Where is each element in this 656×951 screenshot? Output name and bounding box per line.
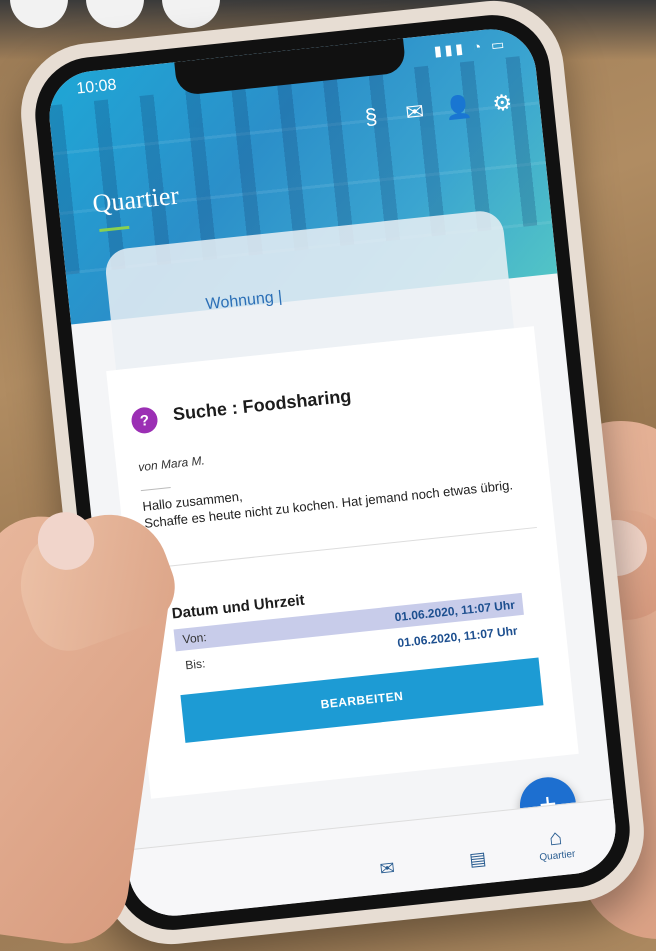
post-author: von Mara M. xyxy=(137,453,206,475)
divider xyxy=(148,526,537,569)
inbox-icon[interactable]: ✉ xyxy=(401,98,430,127)
location-label: Wohnung | xyxy=(204,288,284,314)
document-icon[interactable]: ▤ xyxy=(468,848,487,871)
mail-icon[interactable]: ✉ xyxy=(379,858,396,880)
paragraph-icon[interactable]: § xyxy=(357,103,386,132)
tab-bar: ✉ ▤ ⌂ Quartier xyxy=(126,798,621,921)
divider xyxy=(140,486,171,492)
status-icons: ▮▮▮ ◔ ▭ xyxy=(433,35,508,60)
post-card: ? Suche : Foodsharing von Mara M. Hallo … xyxy=(106,326,579,799)
tab-quartier-label: Quartier xyxy=(538,848,576,864)
gear-icon[interactable]: ⚙ xyxy=(488,89,517,118)
tab-quartier[interactable]: ⌂ Quartier xyxy=(536,823,576,864)
from-label: Von: xyxy=(181,630,208,647)
to-value: 01.06.2020, 11:07 Uhr xyxy=(396,623,519,651)
post-title: Suche : Foodsharing xyxy=(172,385,353,425)
to-label: Bis: xyxy=(184,656,206,673)
user-icon[interactable]: 👤 xyxy=(444,93,474,123)
from-value: 01.06.2020, 11:07 Uhr xyxy=(393,597,516,625)
status-time: 10:08 xyxy=(75,76,118,98)
post-body: Hallo zusammen, Schaffe es heute nicht z… xyxy=(142,458,523,532)
question-icon: ? xyxy=(130,406,159,435)
neighborhood-icon: ⌂ xyxy=(547,824,564,851)
